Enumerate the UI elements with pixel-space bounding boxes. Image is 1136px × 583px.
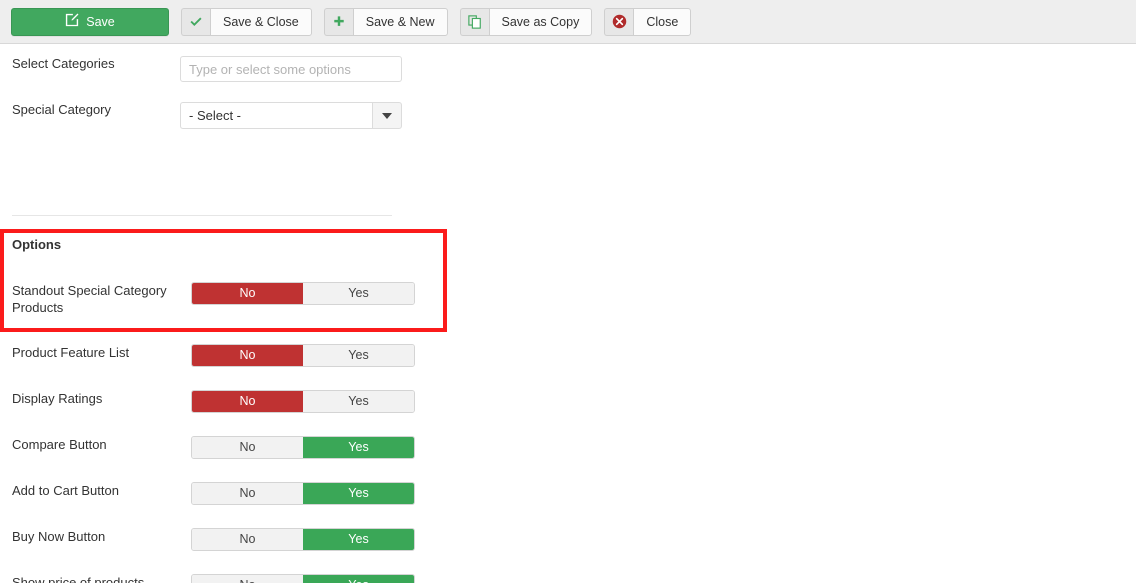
save-and-new-label: Save & New	[352, 7, 448, 36]
toggle-row-add-to-cart-button: Add to Cart Button No Yes	[0, 482, 430, 506]
toggle-option-no[interactable]: No	[192, 345, 303, 366]
toggle-option-no[interactable]: No	[192, 283, 303, 304]
section-divider	[12, 215, 392, 216]
toggle-switch[interactable]: No Yes	[191, 574, 415, 583]
toggle-option-yes[interactable]: Yes	[303, 437, 414, 458]
toggle-switch[interactable]: No Yes	[191, 482, 415, 505]
chevron-down-icon[interactable]	[372, 102, 402, 129]
close-button-label: Close	[633, 7, 692, 36]
options-section-title: Options	[12, 237, 62, 252]
edit-pencil-icon	[65, 13, 79, 30]
save-and-new-button[interactable]: Save & New	[323, 7, 448, 36]
save-and-close-button[interactable]: Save & Close	[181, 7, 312, 36]
toggle-option-yes[interactable]: Yes	[303, 391, 414, 412]
toggle-switch[interactable]: No Yes	[191, 390, 415, 413]
save-as-copy-button[interactable]: Save as Copy	[459, 7, 593, 36]
toggle-row-buy-now-button: Buy Now Button No Yes	[0, 528, 430, 552]
toggle-label: Buy Now Button	[12, 529, 106, 544]
close-circle-icon	[604, 7, 634, 36]
toggle-row-standout-special-category-products: Standout Special Category Products No Ye…	[0, 282, 430, 315]
toggle-switch[interactable]: No Yes	[191, 528, 415, 551]
toggle-switch[interactable]: No Yes	[191, 344, 415, 367]
plus-icon	[323, 7, 353, 36]
select-categories-label: Select Categories	[12, 56, 115, 71]
toggle-option-yes[interactable]: Yes	[303, 345, 414, 366]
caret-shape	[382, 112, 392, 119]
special-category-label: Special Category	[12, 102, 111, 117]
toggle-option-no[interactable]: No	[192, 483, 303, 504]
toggle-option-no[interactable]: No	[192, 575, 303, 583]
toggle-option-yes[interactable]: Yes	[303, 529, 414, 550]
close-button[interactable]: Close	[604, 7, 692, 36]
check-icon	[181, 7, 210, 36]
special-category-select[interactable]: - Select -	[180, 102, 402, 129]
toggle-option-yes[interactable]: Yes	[303, 575, 414, 583]
select-categories-input[interactable]	[180, 56, 402, 82]
toggle-label: Show price of products	[12, 575, 145, 583]
save-button[interactable]: Save	[11, 7, 169, 36]
toggle-option-no[interactable]: No	[192, 391, 303, 412]
save-and-close-label: Save & Close	[210, 7, 312, 36]
toggle-row-show-price-of-products: Show price of products No Yes	[0, 574, 430, 583]
toggle-row-product-feature-list: Product Feature List No Yes	[0, 344, 430, 368]
save-button-label: Save	[86, 14, 115, 29]
toggle-row-compare-button: Compare Button No Yes	[0, 436, 430, 460]
toggle-label: Compare Button	[12, 437, 107, 452]
copy-icon	[459, 7, 489, 36]
toggle-label: Display Ratings	[12, 391, 103, 406]
toggle-switch[interactable]: No Yes	[191, 282, 415, 305]
toggle-label: Add to Cart Button	[12, 483, 119, 498]
editor-toolbar: Save Save & Close Save & New Save as Cop…	[0, 0, 1136, 44]
save-as-copy-label: Save as Copy	[488, 7, 593, 36]
toggle-option-yes[interactable]: Yes	[303, 283, 414, 304]
toggle-option-no[interactable]: No	[192, 529, 303, 550]
toggle-option-no[interactable]: No	[192, 437, 303, 458]
toggle-option-yes[interactable]: Yes	[303, 483, 414, 504]
annotation-highlight-box	[0, 229, 447, 332]
toggle-label: Standout Special Category Products	[12, 283, 167, 315]
special-category-value: - Select -	[180, 102, 372, 129]
toggle-switch[interactable]: No Yes	[191, 436, 415, 459]
toggle-row-display-ratings: Display Ratings No Yes	[0, 390, 430, 414]
toggle-label: Product Feature List	[12, 345, 130, 360]
special-category-row: Special Category - Select -	[0, 102, 402, 129]
select-categories-row: Select Categories	[0, 56, 402, 82]
